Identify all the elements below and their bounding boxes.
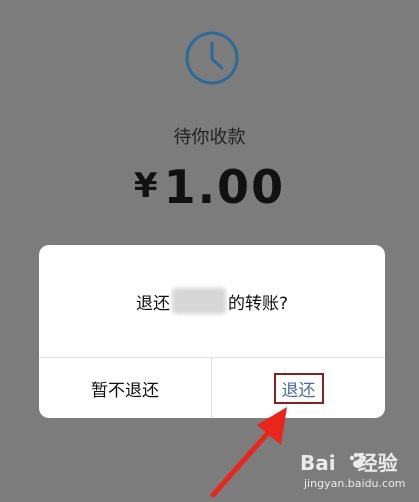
blurred-sender-name <box>171 288 226 314</box>
watermark: Bai 经验 jingyan.baidu.com <box>300 447 415 499</box>
message-suffix: 的转账? <box>227 293 289 314</box>
amount-display: ¥1.00 <box>0 160 419 214</box>
dialog-message: 退还 的转账? <box>39 245 385 357</box>
message-prefix: 退还 <box>135 293 170 314</box>
cancel-button[interactable]: 暂不退还 <box>39 358 211 418</box>
watermark-url: jingyan.baidu.com <box>304 477 406 490</box>
clock-icon <box>185 31 239 85</box>
amount-value: 1.00 <box>163 160 286 214</box>
transfer-receipt-screen: 待你收款 ¥1.00 退还 的转账? 暂不退还 退还 Bai 经验 jingya… <box>0 0 419 502</box>
currency-symbol: ¥ <box>133 166 160 206</box>
red-arrow-icon <box>210 407 287 498</box>
status-text: 待你收款 <box>173 127 246 148</box>
paw-icon <box>349 452 367 468</box>
refund-confirm-dialog: 退还 的转账? 暂不退还 退还 <box>39 245 385 418</box>
